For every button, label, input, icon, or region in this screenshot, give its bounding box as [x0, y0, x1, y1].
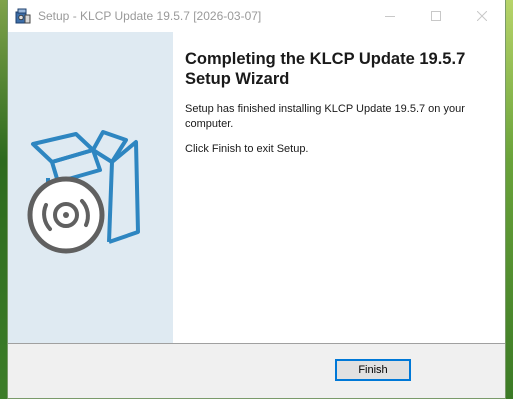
desktop-background-left: [0, 0, 7, 399]
exit-instruction: Click Finish to exit Setup.: [185, 143, 309, 155]
minimize-button[interactable]: [367, 0, 413, 32]
minimize-icon: [385, 16, 395, 17]
window-title: Setup - KLCP Update 19.5.7 [2026-03-07]: [38, 9, 262, 23]
maximize-button[interactable]: [413, 0, 459, 32]
setup-window: Setup - KLCP Update 19.5.7 [2026-03-07]: [7, 0, 506, 399]
finish-button[interactable]: Finish: [335, 359, 411, 381]
setup-icon: [14, 7, 32, 25]
software-box-disc-icon: [27, 130, 140, 254]
wizard-content: Completing the KLCP Update 19.5.7 Setup …: [173, 32, 505, 343]
finished-message: Setup has finished installing KLCP Updat…: [185, 103, 465, 130]
maximize-icon: [431, 11, 441, 21]
close-icon: [477, 11, 487, 21]
title-bar[interactable]: Setup - KLCP Update 19.5.7 [2026-03-07]: [8, 0, 505, 32]
desktop-background-right: [506, 0, 513, 399]
wizard-side-panel: [8, 32, 173, 343]
page-title: Completing the KLCP Update 19.5.7 Setup …: [185, 50, 466, 88]
close-button[interactable]: [459, 0, 505, 32]
wizard-footer: Finish: [8, 344, 505, 398]
